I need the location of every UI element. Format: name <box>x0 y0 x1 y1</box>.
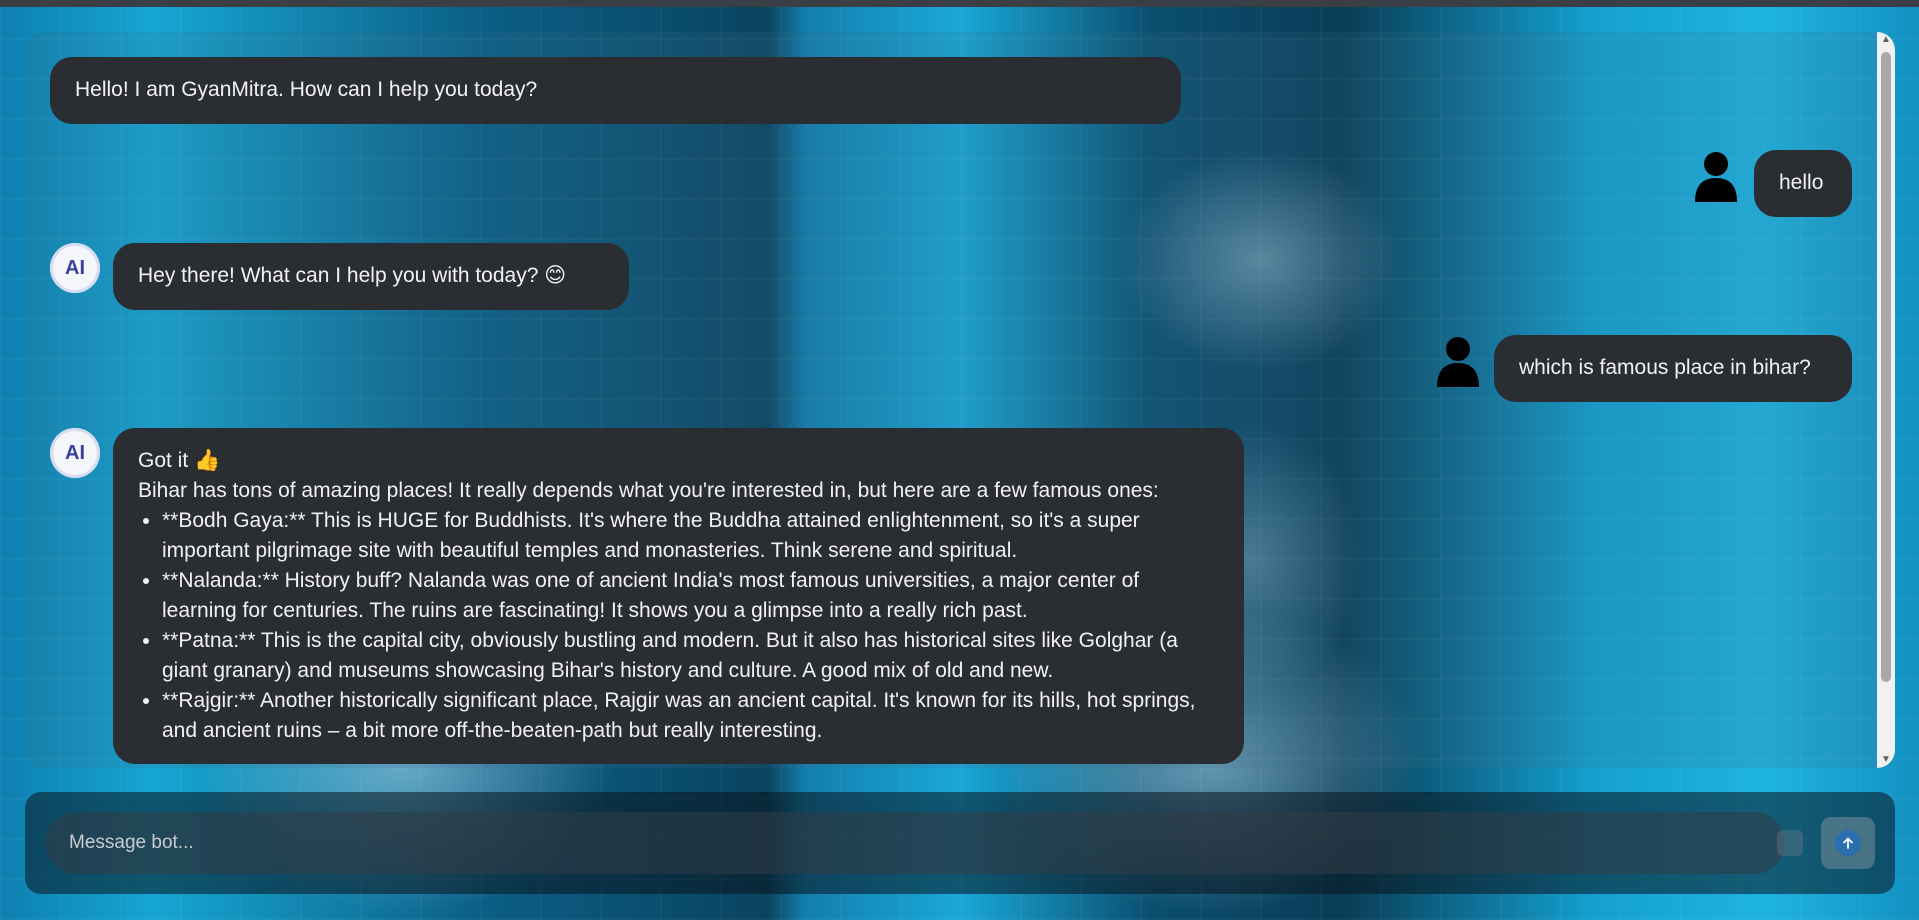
list-item: **Nalanda:** History buff? Nalanda was o… <box>162 566 1219 626</box>
message-input[interactable] <box>45 812 1785 874</box>
ai-logo-icon: AI <box>65 256 85 279</box>
bot-message: Hello! I am GyanMitra. How can I help yo… <box>50 57 1181 124</box>
bot-message: Got it 👍 Bihar has tons of amazing place… <box>113 428 1244 764</box>
send-button[interactable] <box>1821 817 1875 869</box>
composer-bar <box>25 792 1895 894</box>
message-text: Hey there! What can I help you with toda… <box>138 264 567 287</box>
user-avatar-icon <box>1437 337 1479 387</box>
list-item: **Bodh Gaya:** This is HUGE for Buddhist… <box>162 506 1219 566</box>
bot-avatar: AI <box>50 428 100 478</box>
scroll-up-icon[interactable]: ▲ <box>1877 32 1895 48</box>
window-top-strip <box>0 0 1919 7</box>
place-list: **Bodh Gaya:** This is HUGE for Buddhist… <box>138 506 1219 746</box>
chat-scrollbar[interactable]: ▲ ▼ <box>1877 32 1895 768</box>
user-avatar-icon <box>1695 152 1737 202</box>
user-message: which is famous place in bihar? <box>1494 335 1852 402</box>
message-text: hello <box>1779 171 1824 194</box>
arrow-up-icon <box>1835 830 1861 856</box>
message-list[interactable]: Hello! I am GyanMitra. How can I help yo… <box>25 32 1877 768</box>
user-message: hello <box>1754 150 1852 217</box>
message-text: which is famous place in bihar? <box>1519 356 1811 379</box>
message-text: Bihar has tons of amazing places! It rea… <box>138 479 1159 502</box>
scroll-down-icon[interactable]: ▼ <box>1877 752 1895 768</box>
message-intro: Got it 👍 <box>138 449 221 472</box>
bot-avatar: AI <box>50 243 100 293</box>
list-item: **Patna:** This is the capital city, obv… <box>162 626 1219 686</box>
ai-logo-icon: AI <box>65 441 85 464</box>
list-item: **Rajgir:** Another historically signifi… <box>162 686 1219 746</box>
message-text: Hello! I am GyanMitra. How can I help yo… <box>75 78 538 101</box>
scrollbar-thumb[interactable] <box>1881 52 1891 682</box>
mic-icon[interactable] <box>1777 830 1803 856</box>
bot-message: Hey there! What can I help you with toda… <box>113 243 629 310</box>
chat-panel: Hello! I am GyanMitra. How can I help yo… <box>25 32 1895 768</box>
